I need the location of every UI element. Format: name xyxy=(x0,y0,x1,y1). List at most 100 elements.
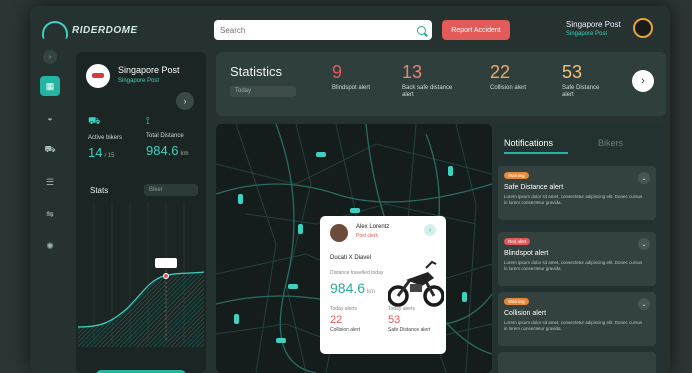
notifications-panel: Notifications Bikers Warning Safe Distan… xyxy=(494,124,666,373)
company-avatar xyxy=(86,64,110,88)
company-next-button[interactable]: › xyxy=(176,92,194,110)
chevron-down-icon[interactable]: ⌄ xyxy=(638,298,650,310)
active-bikers-value: 14 xyxy=(88,145,103,160)
dashboard-icon: ▦ xyxy=(45,80,55,91)
alert-count: 22 xyxy=(330,314,343,326)
map-bike-marker xyxy=(350,208,360,213)
map-view[interactable]: Alex Lorentz Post clerk › Ducati X Diave… xyxy=(216,124,492,373)
stat-value: 9 xyxy=(332,62,343,82)
sidebar-collapse-button[interactable]: › xyxy=(43,50,57,64)
logo-mark-icon xyxy=(42,21,68,39)
alert-type: Safe Distance alert xyxy=(388,327,431,333)
statistics-panel: Statistics Today 9 Blindspot alert 13 Ba… xyxy=(216,52,666,116)
popup-next-button[interactable]: › xyxy=(424,224,436,236)
map-bike-marker xyxy=(462,292,467,302)
total-distance-kpi: ⟟ Total Distance 984.6 km xyxy=(146,116,206,158)
active-bikers-total: / 15 xyxy=(104,153,115,159)
company-subtitle: Singapore Post xyxy=(118,78,160,84)
popup-alert-collision: Today alerts 22 Collision alert xyxy=(330,306,374,333)
statistics-title: Statistics xyxy=(230,64,283,79)
chart-marker xyxy=(163,273,169,279)
settings-sliders-icon: ⇋ xyxy=(46,208,54,219)
motorbike-image xyxy=(388,260,444,307)
gear-icon: ✺ xyxy=(46,240,54,251)
search-box[interactable] xyxy=(214,20,432,40)
area-fill xyxy=(78,272,204,347)
stat-label: Safe Distance alert xyxy=(562,85,600,99)
route-icon: ⟟ xyxy=(146,116,150,127)
notification-title: Blindspot alert xyxy=(504,250,549,257)
distance-value: 984.6 xyxy=(330,280,366,296)
stat-back-safe-distance: 13 Back safe distance alert xyxy=(402,62,458,99)
sidebar: › ▦ ◒ ⛟ ☰ ⇋ ✺ xyxy=(36,50,64,290)
popup-alert-safe-distance: Today alerts 53 Safe Distance alert xyxy=(388,306,432,333)
chevron-down-icon[interactable]: ⌄ xyxy=(638,172,650,184)
motorbike-icon: ⛟ xyxy=(88,116,101,127)
distance-unit: km xyxy=(367,289,376,295)
user-role: Singapore Post xyxy=(566,31,608,37)
distance-label: Distance travelled today xyxy=(330,270,384,276)
tab-notifications[interactable]: Notifications xyxy=(504,138,569,154)
app-logo[interactable]: RIDERDOME xyxy=(42,18,138,42)
sidebar-item-reports[interactable]: ☰ xyxy=(40,172,60,192)
total-distance-value: 984.6 xyxy=(146,143,179,158)
company-card: Singapore Post Singapore Post › ⛟ Active… xyxy=(76,52,206,373)
sidebar-item-bikes[interactable]: ⛟ xyxy=(40,140,60,160)
stats-area-chart xyxy=(78,202,204,347)
sidebar-item-filters[interactable]: ⇋ xyxy=(40,204,60,224)
statistics-period-select[interactable]: Today xyxy=(230,86,296,97)
stats-label: Stats xyxy=(90,186,109,195)
notification-card[interactable]: Red alert Blindspot alert Lorem ipsum do… xyxy=(498,232,656,286)
stat-value: 53 xyxy=(562,62,583,82)
stat-label: Back safe distance alert xyxy=(402,85,453,99)
report-accident-button[interactable]: Report Accident xyxy=(442,20,510,40)
notification-text: Lorem ipsum dolor sit amet, consectetur … xyxy=(504,194,643,205)
logo-text: RIDERDOME xyxy=(72,24,138,36)
map-bike-marker xyxy=(288,284,298,289)
user-avatar[interactable] xyxy=(633,18,653,38)
stat-safe-distance: 53 Safe Distance alert xyxy=(562,62,612,99)
company-name: Singapore Post xyxy=(118,65,180,75)
search-input[interactable] xyxy=(220,25,417,35)
biker-role: Post clerk xyxy=(356,233,378,239)
search-icon[interactable] xyxy=(417,25,426,35)
user-name: Singapore Post xyxy=(566,20,621,29)
stat-value: 13 xyxy=(402,62,423,82)
notification-title: Safe Distance alert xyxy=(504,184,564,191)
alert-type: Collision alert xyxy=(330,327,361,333)
notification-title: Collision alert xyxy=(504,310,547,317)
sidebar-item-dashboard[interactable]: ▦ xyxy=(40,76,60,96)
sidebar-item-settings[interactable]: ✺ xyxy=(40,236,60,256)
notification-card[interactable]: Warning Collision alert Lorem ipsum dolo… xyxy=(498,292,656,346)
notification-card[interactable]: Warning Safe Distance alert Lorem ipsum … xyxy=(498,166,656,220)
chevron-down-icon[interactable]: ⌄ xyxy=(638,238,650,250)
tab-bikers[interactable]: Bikers xyxy=(598,138,623,148)
sidebar-item-riders[interactable]: ◒ xyxy=(40,108,60,128)
stats-select[interactable]: Biker xyxy=(144,184,198,196)
map-bike-marker xyxy=(448,166,453,176)
notification-text: Lorem ipsum dolor sit amet, consectetur … xyxy=(504,260,643,271)
map-bike-marker xyxy=(234,314,239,324)
stat-value: 22 xyxy=(490,62,511,82)
biker-popup[interactable]: Alex Lorentz Post clerk › Ducati X Diave… xyxy=(320,216,446,354)
biker-name: Alex Lorentz xyxy=(356,224,390,230)
total-distance-label: Total Distance xyxy=(146,133,184,139)
helmet-icon: ◒ xyxy=(47,113,53,123)
notification-card-partial[interactable] xyxy=(498,352,656,373)
map-bike-marker xyxy=(276,338,286,343)
total-distance-unit: km xyxy=(180,151,189,157)
stat-label: Blindspot alert xyxy=(332,85,371,91)
stat-blindspot: 9 Blindspot alert xyxy=(332,62,382,92)
motorbike-icon: ⛟ xyxy=(44,144,56,154)
notification-tag: Warning xyxy=(504,298,529,305)
stat-label: Collision alert xyxy=(490,85,527,91)
user-info[interactable]: Singapore Post Singapore Post xyxy=(566,20,621,37)
notification-text: Lorem ipsum dolor sit amet, consectetur … xyxy=(504,320,643,331)
biker-bike-model: Ducati X Diavel xyxy=(330,255,372,261)
list-icon: ☰ xyxy=(45,176,55,187)
statistics-next-button[interactable]: › xyxy=(632,70,654,92)
active-bikers-label: Active bikers xyxy=(88,135,123,141)
chart-tooltip xyxy=(155,258,177,268)
active-bikers-kpi: ⛟ Active bikers 14/ 15 xyxy=(88,116,148,160)
alert-label: Today alerts xyxy=(330,306,357,312)
